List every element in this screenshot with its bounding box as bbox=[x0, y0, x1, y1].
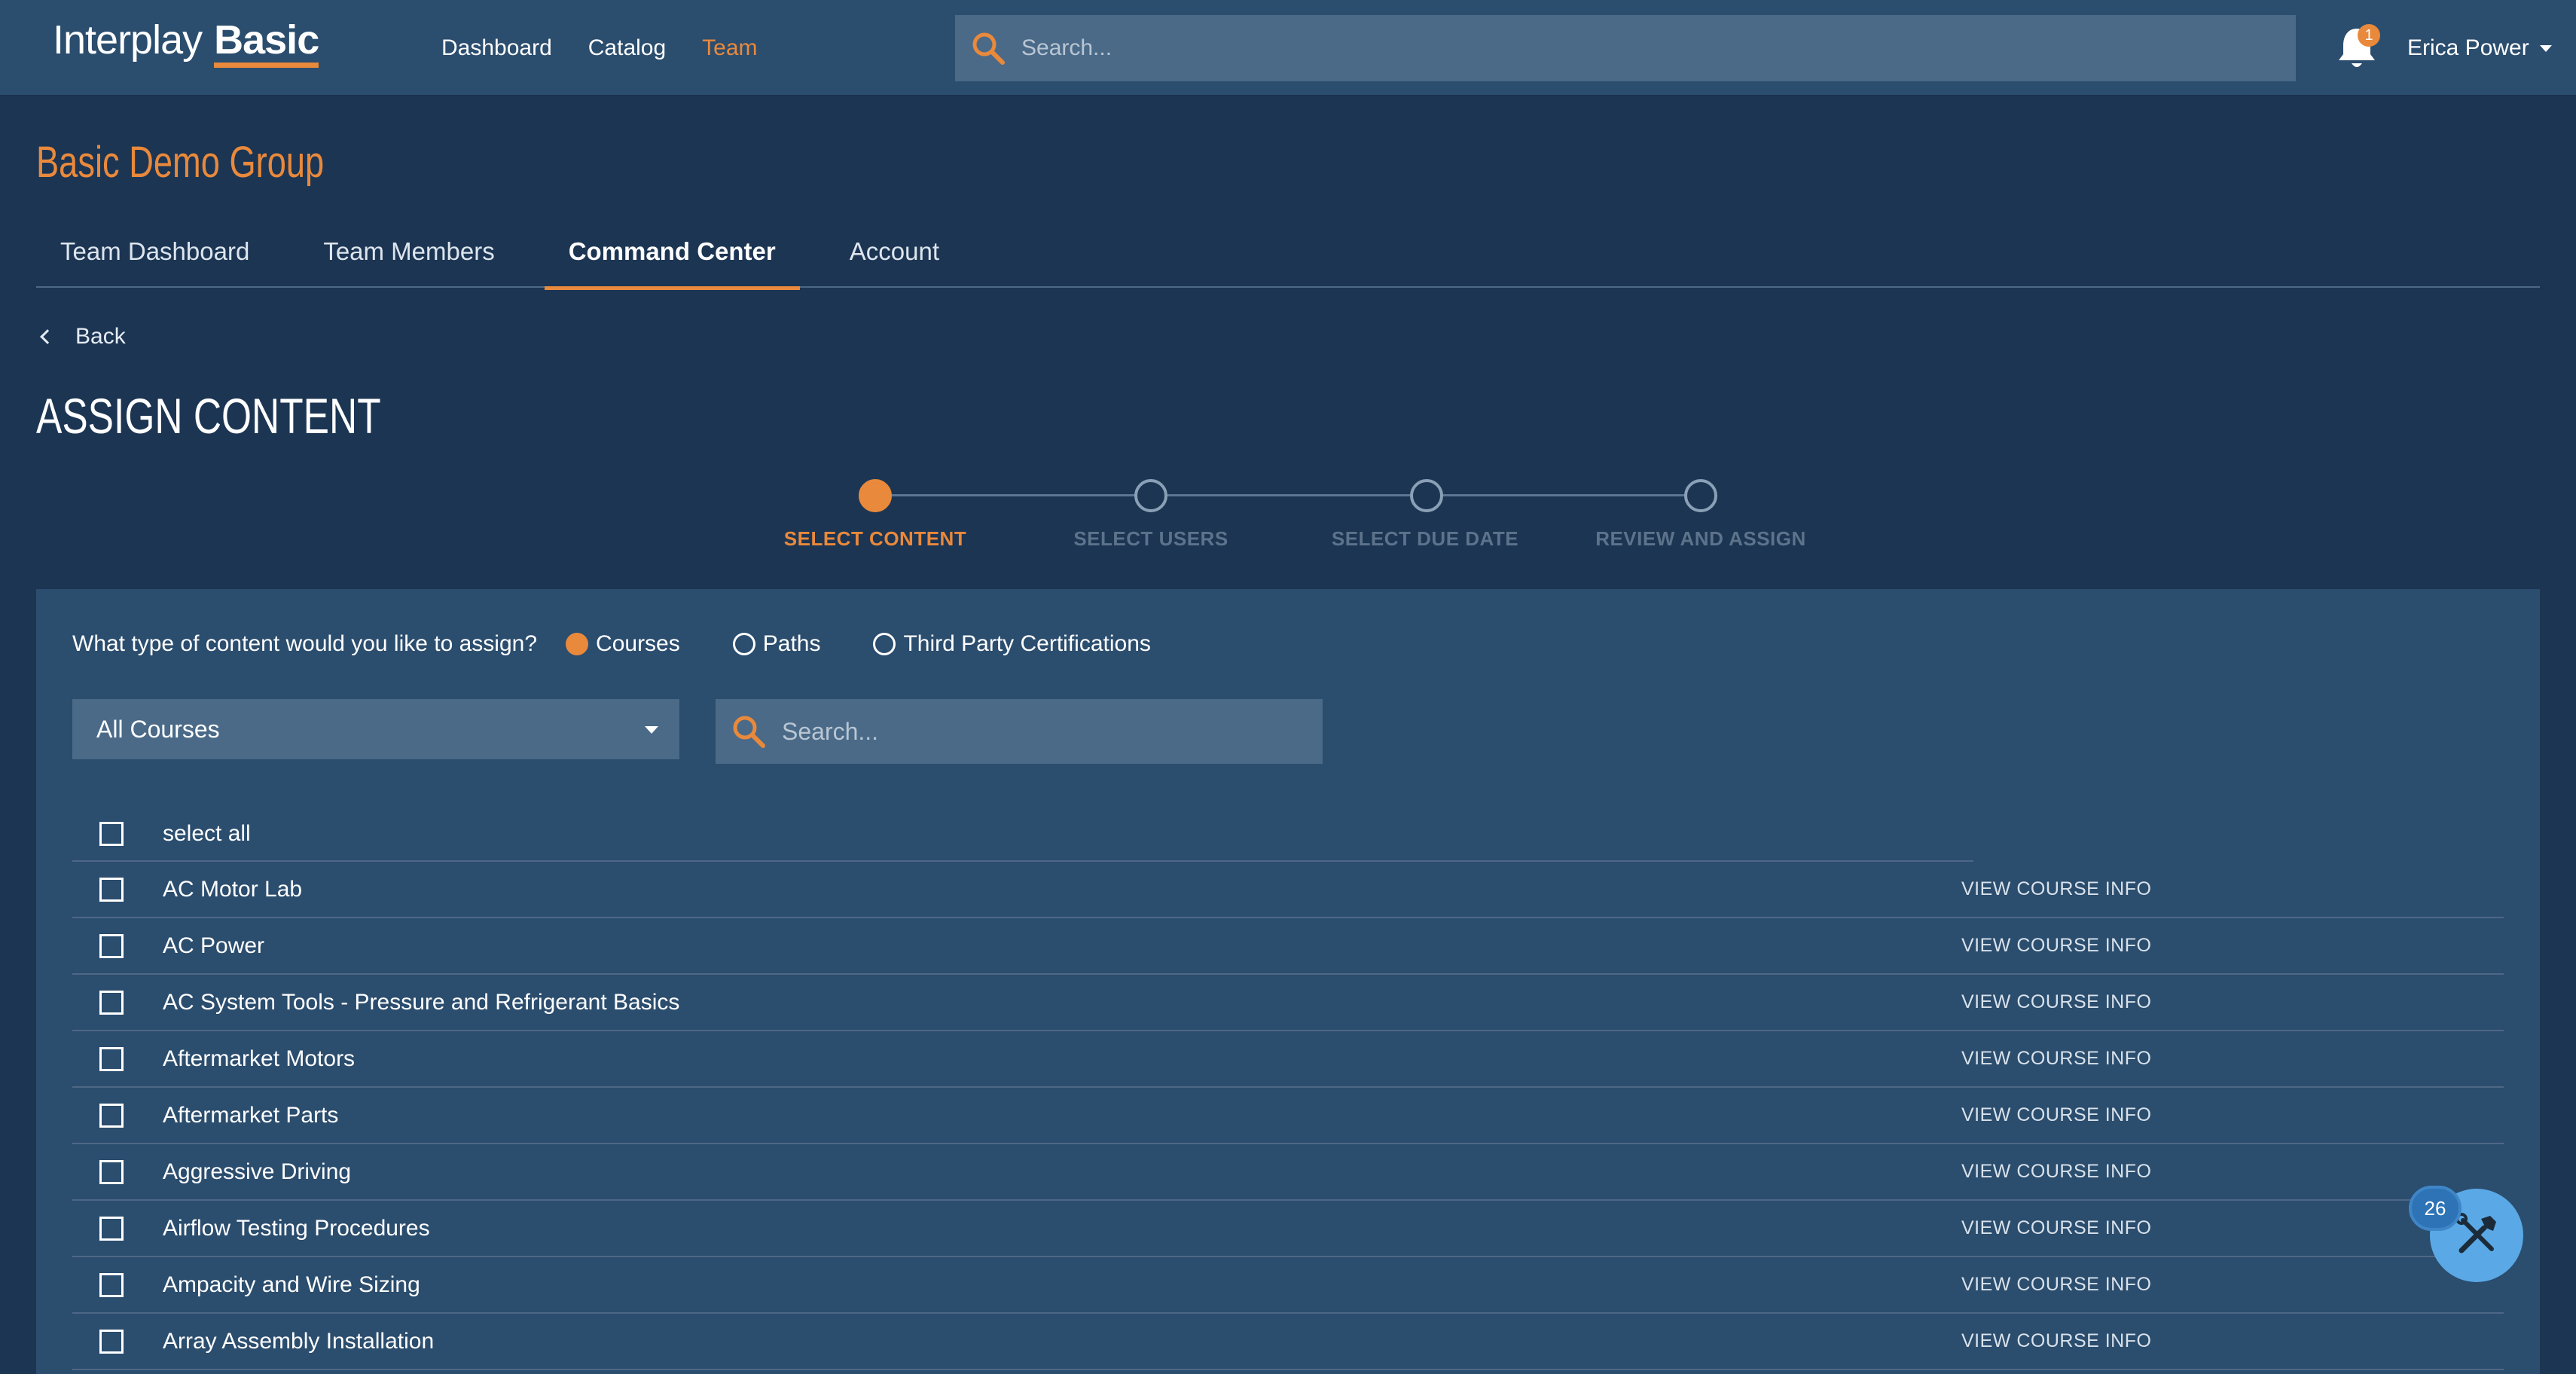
step-label-review-and-assign: REVIEW AND ASSIGN bbox=[1595, 527, 1806, 550]
course-filter-select[interactable]: All Courses bbox=[72, 699, 679, 759]
radio-label: Paths bbox=[762, 631, 821, 656]
select-all-checkbox[interactable] bbox=[99, 822, 124, 846]
course-name: Aftermarket Parts bbox=[163, 1102, 339, 1128]
view-course-info-link[interactable]: VIEW COURSE INFO bbox=[1961, 1330, 2151, 1352]
question-label: What type of content would you like to a… bbox=[72, 631, 538, 656]
table-row: AC Motor Lab VIEW COURSE INFO bbox=[72, 862, 2504, 918]
course-checkbox[interactable] bbox=[99, 1046, 124, 1071]
step-dot-select-due-date bbox=[1410, 479, 1443, 512]
select-all-label: select all bbox=[163, 821, 251, 846]
notification-badge: 1 bbox=[2358, 24, 2380, 47]
tab-team-members[interactable]: Team Members bbox=[299, 226, 518, 288]
back-label: Back bbox=[75, 324, 126, 349]
course-checkbox[interactable] bbox=[99, 1329, 124, 1354]
content-type-question: What type of content would you like to a… bbox=[72, 631, 1204, 657]
view-course-info-link[interactable]: VIEW COURSE INFO bbox=[1961, 878, 2151, 900]
nav-catalog[interactable]: Catalog bbox=[588, 35, 666, 61]
chevron-down-icon bbox=[2539, 44, 2552, 52]
stepper-connector bbox=[875, 494, 1149, 496]
assignment-stepper: SELECT CONTENT SELECT USERS SELECT DUE D… bbox=[0, 475, 2576, 557]
radio-checked-icon bbox=[566, 633, 589, 655]
step-label-select-users: SELECT USERS bbox=[1073, 527, 1228, 550]
course-filter-value: All Courses bbox=[96, 715, 220, 743]
course-checkbox[interactable] bbox=[99, 1159, 124, 1184]
table-row: Array Assembly Installation VIEW COURSE … bbox=[72, 1314, 2504, 1370]
stepper-connector bbox=[1427, 494, 1701, 496]
view-course-info-link[interactable]: VIEW COURSE INFO bbox=[1961, 1048, 2151, 1070]
table-row: Ampacity and Wire Sizing VIEW COURSE INF… bbox=[72, 1257, 2504, 1314]
step-dot-select-content bbox=[859, 479, 892, 512]
view-course-info-link[interactable]: VIEW COURSE INFO bbox=[1961, 1104, 2151, 1126]
course-search-bar bbox=[716, 699, 1323, 764]
course-checkbox[interactable] bbox=[99, 1216, 124, 1241]
view-course-info-link[interactable]: VIEW COURSE INFO bbox=[1961, 1274, 2151, 1296]
radio-unchecked-icon bbox=[732, 633, 755, 655]
table-row: AC Power VIEW COURSE INFO bbox=[72, 918, 2504, 975]
radio-third-party-certifications[interactable]: Third Party Certifications bbox=[873, 631, 1151, 657]
select-all-row: select all bbox=[72, 808, 1973, 862]
table-row: Aftermarket Parts VIEW COURSE INFO bbox=[72, 1088, 2504, 1144]
group-title: Basic Demo Group bbox=[36, 138, 325, 187]
table-row: Aftermarket Motors VIEW COURSE INFO bbox=[72, 1031, 2504, 1088]
course-name: AC Power bbox=[163, 933, 265, 958]
course-checkbox[interactable] bbox=[99, 933, 124, 958]
tab-command-center[interactable]: Command Center bbox=[544, 226, 800, 290]
step-dot-select-users bbox=[1134, 479, 1167, 512]
view-course-info-link[interactable]: VIEW COURSE INFO bbox=[1961, 1217, 2151, 1239]
user-menu[interactable]: Erica Power bbox=[2407, 0, 2552, 96]
radio-paths[interactable]: Paths bbox=[732, 631, 821, 657]
nav-team[interactable]: Team bbox=[702, 35, 757, 61]
logo-text-light: Interplay bbox=[53, 17, 203, 63]
top-navigation-bar: Interplay Basic Dashboard Catalog Team 1… bbox=[0, 0, 2576, 96]
stepper-connector bbox=[1151, 494, 1425, 496]
chevron-down-icon bbox=[645, 726, 658, 734]
tab-team-dashboard[interactable]: Team Dashboard bbox=[36, 226, 273, 288]
global-search-bar bbox=[955, 15, 2296, 81]
view-course-info-link[interactable]: VIEW COURSE INFO bbox=[1961, 1161, 2151, 1183]
radio-label: Third Party Certifications bbox=[903, 631, 1151, 656]
chevron-left-icon bbox=[40, 329, 55, 344]
step-label-select-due-date: SELECT DUE DATE bbox=[1331, 527, 1519, 550]
radio-label: Courses bbox=[596, 631, 680, 656]
course-checkbox[interactable] bbox=[99, 1272, 124, 1297]
step-dot-review-and-assign bbox=[1684, 479, 1717, 512]
assign-content-panel: What type of content would you like to a… bbox=[36, 589, 2540, 1374]
course-name: Aftermarket Motors bbox=[163, 1046, 356, 1071]
course-name: Airflow Testing Procedures bbox=[163, 1215, 430, 1241]
tab-account[interactable]: Account bbox=[826, 226, 963, 288]
help-badge: 26 bbox=[2409, 1186, 2462, 1231]
user-name: Erica Power bbox=[2407, 35, 2529, 60]
course-search-input[interactable] bbox=[782, 699, 1323, 764]
table-row: Airflow Testing Procedures VIEW COURSE I… bbox=[72, 1201, 2504, 1257]
view-course-info-link[interactable]: VIEW COURSE INFO bbox=[1961, 991, 2151, 1013]
interplay-logo[interactable]: Interplay Basic bbox=[53, 17, 319, 77]
page-title: ASSIGN CONTENT bbox=[36, 388, 381, 444]
team-tabs: Team Dashboard Team Members Command Cent… bbox=[36, 226, 2540, 290]
course-name: Ampacity and Wire Sizing bbox=[163, 1272, 420, 1297]
global-search-input[interactable] bbox=[1021, 15, 2296, 81]
course-name: AC System Tools - Pressure and Refrigera… bbox=[163, 989, 680, 1015]
logo-text-bold: Basic bbox=[214, 17, 319, 68]
search-icon bbox=[955, 15, 1021, 81]
course-checkbox[interactable] bbox=[99, 1103, 124, 1128]
radio-courses[interactable]: Courses bbox=[566, 631, 680, 657]
nav-dashboard[interactable]: Dashboard bbox=[441, 35, 552, 61]
back-link[interactable]: Back bbox=[40, 324, 126, 350]
course-name: Array Assembly Installation bbox=[163, 1328, 435, 1354]
step-label-select-content: SELECT CONTENT bbox=[783, 527, 967, 550]
course-name: Aggressive Driving bbox=[163, 1159, 352, 1184]
course-checkbox[interactable] bbox=[99, 877, 124, 902]
course-list: AC Motor Lab VIEW COURSE INFO AC Power V… bbox=[72, 862, 2504, 1370]
table-row: AC System Tools - Pressure and Refrigera… bbox=[72, 975, 2504, 1031]
search-icon bbox=[716, 699, 782, 764]
table-row: Aggressive Driving VIEW COURSE INFO bbox=[72, 1144, 2504, 1201]
view-course-info-link[interactable]: VIEW COURSE INFO bbox=[1961, 935, 2151, 957]
course-checkbox[interactable] bbox=[99, 990, 124, 1015]
radio-unchecked-icon bbox=[873, 633, 896, 655]
main-nav: Dashboard Catalog Team bbox=[441, 0, 794, 96]
tools-icon bbox=[2455, 1213, 2496, 1253]
course-name: AC Motor Lab bbox=[163, 876, 303, 902]
